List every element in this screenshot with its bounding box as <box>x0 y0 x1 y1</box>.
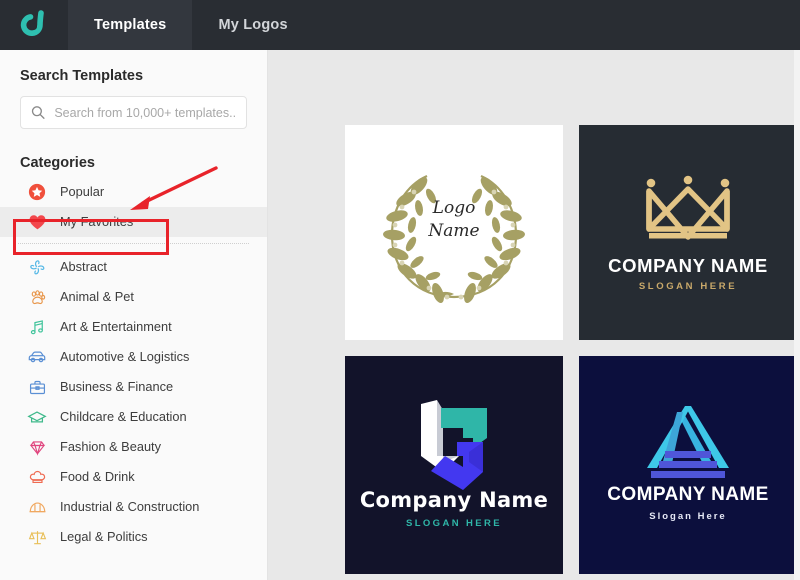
triangle-slogan: Slogan Here <box>649 511 727 522</box>
triangle-company-name: COMPANY NAME <box>607 484 769 505</box>
wreath-line-2: Name <box>428 220 480 241</box>
hard-hat-icon <box>26 496 48 518</box>
graduation-cap-icon <box>26 406 48 428</box>
template-gallery: Logo Name COMPANY NAME SLOGAN HERE Compa… <box>269 50 800 580</box>
sidebar-item-label: Animal & Pet <box>60 288 134 304</box>
sidebar-item-fashion-beauty[interactable]: Fashion & Beauty <box>0 432 267 462</box>
sidebar-divider <box>18 243 249 244</box>
music-note-icon <box>26 316 48 338</box>
wreath-logo-text: Logo Name <box>345 197 563 243</box>
sidebar-item-label: Abstract <box>60 258 107 274</box>
top-navigation-bar: Templates My Logos <box>0 0 800 50</box>
search-templates-title: Search Templates <box>20 68 144 84</box>
heart-icon <box>26 211 48 233</box>
template-grid: Logo Name COMPANY NAME SLOGAN HERE Compa… <box>345 125 797 574</box>
scales-icon <box>26 526 48 548</box>
chef-hat-icon <box>26 466 48 488</box>
sidebar-item-business-finance[interactable]: Business & Finance <box>0 372 267 402</box>
sidebar-item-popular[interactable]: Popular <box>0 177 267 207</box>
sidebar-item-art-entertainment[interactable]: Art & Entertainment <box>0 312 267 342</box>
sidebar-item-label: My Favorites <box>60 213 134 229</box>
brand-logo[interactable] <box>0 0 68 50</box>
sidebar-item-legal-politics[interactable]: Legal & Politics <box>0 522 267 552</box>
search-icon <box>31 106 45 119</box>
abstract-icon <box>26 256 48 278</box>
right-scroll-strip[interactable] <box>794 50 800 580</box>
template-card-triangle[interactable]: COMPANY NAME Slogan Here <box>579 356 797 574</box>
template-card-crown[interactable]: COMPANY NAME SLOGAN HERE <box>579 125 797 340</box>
abstract-slogan: SLOGAN HERE <box>405 518 503 529</box>
template-card-abstract[interactable]: Company Name SLOGAN HERE <box>345 356 563 574</box>
abstract-company-name: Company Name <box>359 488 549 512</box>
car-icon <box>26 346 48 368</box>
crown-company-name: COMPANY NAME <box>608 255 768 276</box>
wreath-line-1: Logo <box>432 198 476 218</box>
sidebar-item-label: Art & Entertainment <box>60 318 172 334</box>
crown-graphic <box>646 175 730 240</box>
pinned-category-list: Popular My Favorites <box>0 177 267 237</box>
sidebar-item-automotive-logistics[interactable]: Automotive & Logistics <box>0 342 267 372</box>
sidebar-item-food-drink[interactable]: Food & Drink <box>0 462 267 492</box>
paw-icon <box>26 286 48 308</box>
tab-templates[interactable]: Templates <box>68 0 193 50</box>
sidebar-item-label: Legal & Politics <box>60 528 148 544</box>
sidebar-item-label: Fashion & Beauty <box>60 438 162 454</box>
star-circle-icon <box>26 181 48 203</box>
sidebar-item-label: Automotive & Logistics <box>60 348 190 364</box>
geometric-arrow-graphic <box>421 400 487 490</box>
tab-my-logos[interactable]: My Logos <box>192 0 313 50</box>
search-box[interactable] <box>20 96 247 129</box>
tab-my-logos-label: My Logos <box>218 17 288 33</box>
sidebar-item-label: Food & Drink <box>60 468 135 484</box>
app-root: Templates My Logos Search Templates Cate… <box>0 0 800 580</box>
category-list: Abstract Animal & Pet Art & Entertainmen… <box>0 252 267 552</box>
triangle-pyramid-graphic <box>647 406 729 478</box>
diamond-icon <box>26 436 48 458</box>
sidebar-item-label: Childcare & Education <box>60 408 187 424</box>
tab-templates-label: Templates <box>94 17 167 33</box>
sidebar-item-label: Business & Finance <box>60 378 174 394</box>
briefcase-icon <box>26 376 48 398</box>
sidebar-item-industrial-construction[interactable]: Industrial & Construction <box>0 492 267 522</box>
categories-title: Categories <box>20 155 95 171</box>
sidebar-item-label: Industrial & Construction <box>60 498 200 514</box>
sidebar-item-childcare-education[interactable]: Childcare & Education <box>0 402 267 432</box>
sidebar-item-my-favorites[interactable]: My Favorites <box>0 207 267 237</box>
sidebar-item-label: Popular <box>60 183 105 199</box>
sidebar: Search Templates Categories Popular <box>0 50 268 580</box>
search-input[interactable] <box>54 105 236 120</box>
crown-slogan: SLOGAN HERE <box>638 281 738 292</box>
droplet-logo-icon <box>20 10 44 36</box>
sidebar-item-abstract[interactable]: Abstract <box>0 252 267 282</box>
template-card-wreath[interactable]: Logo Name <box>345 125 563 340</box>
sidebar-item-animal-pet[interactable]: Animal & Pet <box>0 282 267 312</box>
